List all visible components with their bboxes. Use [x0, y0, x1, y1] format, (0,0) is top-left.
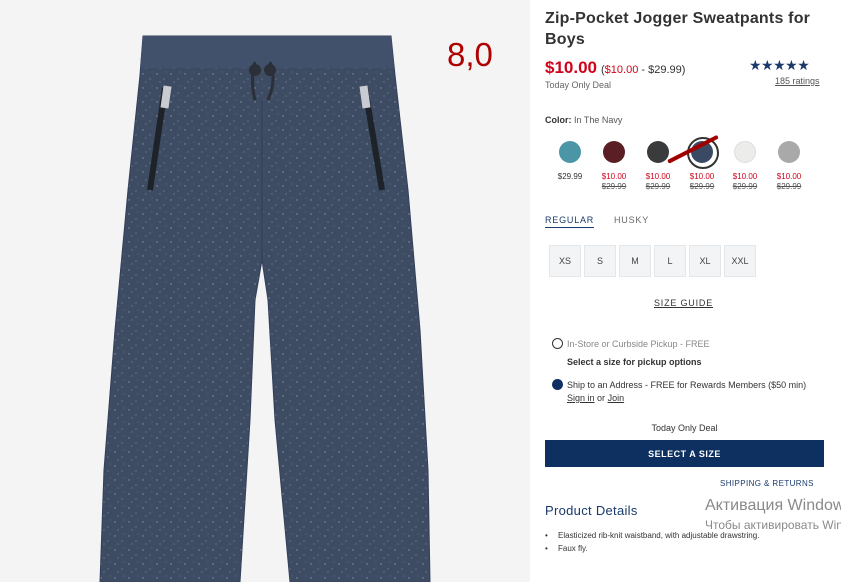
product-image-area: 8,0	[0, 0, 530, 582]
swatch-price: $10.00 $29.99	[601, 172, 627, 191]
tab-regular[interactable]: REGULAR	[545, 215, 595, 228]
swatch-cream[interactable]	[734, 141, 756, 163]
product-image[interactable]	[0, 0, 530, 582]
size-l-button[interactable]: L	[654, 245, 686, 277]
swatch-price: $10.00 $29.99	[776, 172, 802, 191]
pickup-option-label: In-Store or Curbside Pickup - FREE	[567, 339, 710, 349]
product-details-title: Product Details	[545, 503, 638, 518]
size-xs-button[interactable]: XS	[549, 245, 581, 277]
star-rating-icon: ★★★★★	[749, 57, 810, 73]
size-xxl-button[interactable]: XXL	[724, 245, 756, 277]
size-guide-link[interactable]: SIZE GUIDE	[654, 298, 713, 308]
windows-activation-watermark: Активация Windows Чтобы активировать Win…	[705, 497, 841, 532]
pickup-radio[interactable]	[552, 338, 563, 349]
ship-radio[interactable]	[552, 379, 563, 390]
join-link[interactable]: Join	[608, 393, 625, 403]
overlay-number: 8,0	[447, 36, 493, 73]
deal-label: Today Only Deal	[545, 80, 612, 90]
list-item: Faux fly.	[545, 543, 805, 554]
swatch-price: $10.00 $29.99	[689, 172, 715, 191]
sign-in-link[interactable]: Sign in	[567, 393, 595, 403]
size-m-button[interactable]: M	[619, 245, 651, 277]
select-size-button[interactable]: SELECT A SIZE	[545, 440, 824, 467]
ratings-link[interactable]: 185 ratings	[775, 76, 820, 86]
swatch-price: $10.00 $29.99	[645, 172, 671, 191]
pickup-note: Select a size for pickup options	[567, 357, 702, 367]
ship-option-label: Ship to an Address - FREE for Rewards Me…	[567, 380, 807, 403]
swatch-charcoal[interactable]	[647, 141, 669, 163]
swatch-price: $29.99	[557, 172, 583, 181]
product-title: Zip-Pocket Jogger Sweatpants for Boys	[545, 10, 811, 48]
swatch-grey[interactable]	[778, 141, 800, 163]
swatch-teal[interactable]	[559, 141, 581, 163]
color-value: In The Navy	[574, 115, 623, 125]
swatch-burgundy[interactable]	[603, 141, 625, 163]
swatch-price: $10.00 $29.99	[732, 172, 758, 191]
price-range: ($10.00 - $29.99)	[601, 64, 686, 76]
size-xl-button[interactable]: XL	[689, 245, 721, 277]
shipping-returns-link[interactable]: SHIPPING & RETURNS	[720, 479, 814, 488]
sale-price: $10.00	[545, 58, 597, 77]
tab-husky[interactable]: HUSKY	[614, 215, 649, 225]
deal-label-center: Today Only Deal	[651, 423, 718, 433]
color-label: Color: In The Navy	[545, 115, 623, 125]
size-s-button[interactable]: S	[584, 245, 616, 277]
price-row: $10.00 ($10.00 - $29.99)	[545, 58, 685, 78]
